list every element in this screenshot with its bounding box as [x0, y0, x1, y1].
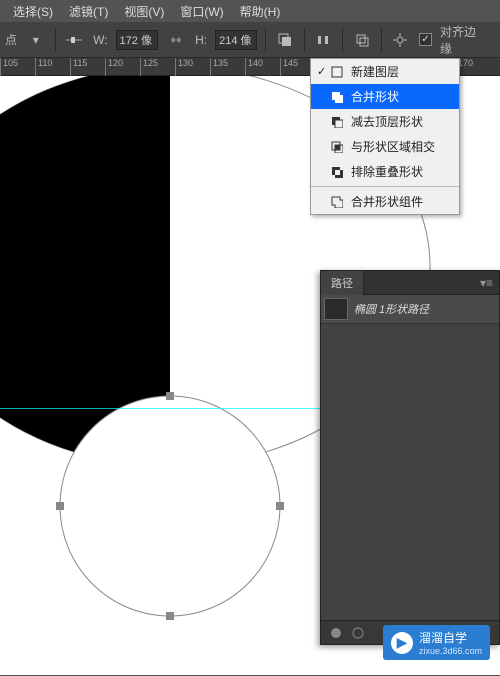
checkmark-icon: ✓ [317, 65, 331, 78]
combine-icon [331, 91, 347, 103]
path-label: 椭圆 1形状路径 [354, 301, 429, 317]
panel-header: 路径 ▾≡ [321, 271, 499, 295]
menu-select[interactable]: 选择(S) [5, 3, 61, 20]
subtract-icon [331, 116, 347, 128]
divider [381, 28, 382, 52]
menu-separator [311, 186, 459, 187]
gear-icon[interactable] [390, 29, 412, 51]
paths-panel: 路径 ▾≡ 椭圆 1形状路径 [320, 270, 500, 645]
panel-menu-icon[interactable]: ▾≡ [474, 276, 499, 290]
menu-new-layer[interactable]: ✓ 新建图层 [311, 59, 459, 84]
height-label: H: [195, 33, 207, 47]
align-edges-label: 对齐边缘 [440, 23, 487, 57]
merge-icon [331, 196, 347, 208]
menu-exclude[interactable]: 排除重叠形状 [311, 159, 459, 184]
ruler-tick: 110 [35, 58, 52, 76]
intersect-icon [331, 141, 347, 153]
menu-item-label: 合并形状组件 [351, 193, 423, 210]
menu-intersect[interactable]: 与形状区域相交 [311, 134, 459, 159]
divider [265, 28, 266, 52]
menu-subtract-front[interactable]: 减去顶层形状 [311, 109, 459, 134]
ruler-tick: 115 [70, 58, 87, 76]
watermark-title: 溜溜自学 [419, 629, 482, 646]
path-item[interactable]: 椭圆 1形状路径 [321, 295, 499, 324]
exclude-icon [331, 166, 347, 178]
ruler-tick: 105 [0, 58, 18, 76]
ruler-tick: 130 [175, 58, 193, 76]
menu-item-label: 与形状区域相交 [351, 138, 435, 155]
path-operations-icon[interactable] [274, 29, 296, 51]
slider-icon[interactable] [64, 29, 86, 51]
menu-window[interactable]: 窗口(W) [172, 3, 231, 20]
anchor-dropdown-icon[interactable]: ▾ [25, 29, 47, 51]
align-icon[interactable] [313, 29, 335, 51]
watermark: ▶ 溜溜自学 zixue.3d66.com [383, 625, 490, 660]
link-icon[interactable] [166, 29, 188, 51]
divider [342, 28, 343, 52]
stroke-path-icon[interactable] [347, 622, 369, 644]
arrange-icon[interactable] [351, 29, 373, 51]
menu-help[interactable]: 帮助(H) [232, 3, 289, 20]
path-thumbnail [324, 298, 348, 320]
ruler-tick: 145 [280, 58, 298, 76]
divider [304, 28, 305, 52]
ruler-tick: 140 [245, 58, 263, 76]
fill-path-icon[interactable] [325, 622, 347, 644]
ruler-tick: 135 [210, 58, 228, 76]
play-icon: ▶ [391, 632, 413, 654]
menu-item-label: 减去顶层形状 [351, 113, 423, 130]
menu-filter[interactable]: 滤镜(T) [61, 3, 116, 20]
ruler-tick: 125 [140, 58, 158, 76]
align-edges-checkbox[interactable] [419, 33, 432, 46]
menu-view[interactable]: 视图(V) [116, 3, 172, 20]
menu-item-label: 合并形状 [351, 88, 399, 105]
divider [55, 28, 56, 52]
menu-combine-shapes[interactable]: 合并形状 [311, 84, 459, 109]
options-bar: 点 ▾ W: H: 对齐边缘 [0, 22, 500, 58]
square-icon [331, 66, 347, 78]
width-label: W: [93, 33, 107, 47]
height-input[interactable] [215, 30, 257, 50]
tab-paths[interactable]: 路径 [321, 271, 364, 295]
ruler-tick: 120 [105, 58, 123, 76]
path-operations-menu: ✓ 新建图层 合并形状 减去顶层形状 与形状区域相交 排除重叠形状 合并形状组件 [310, 58, 460, 215]
watermark-url: zixue.3d66.com [419, 646, 482, 656]
menubar: 选择(S) 滤镜(T) 视图(V) 窗口(W) 帮助(H) [0, 0, 500, 22]
menu-item-label: 排除重叠形状 [351, 163, 423, 180]
menu-merge-components[interactable]: 合并形状组件 [311, 189, 459, 214]
menu-item-label: 新建图层 [351, 63, 399, 80]
anchor-point-label: 点 [5, 31, 17, 48]
width-input[interactable] [116, 30, 158, 50]
